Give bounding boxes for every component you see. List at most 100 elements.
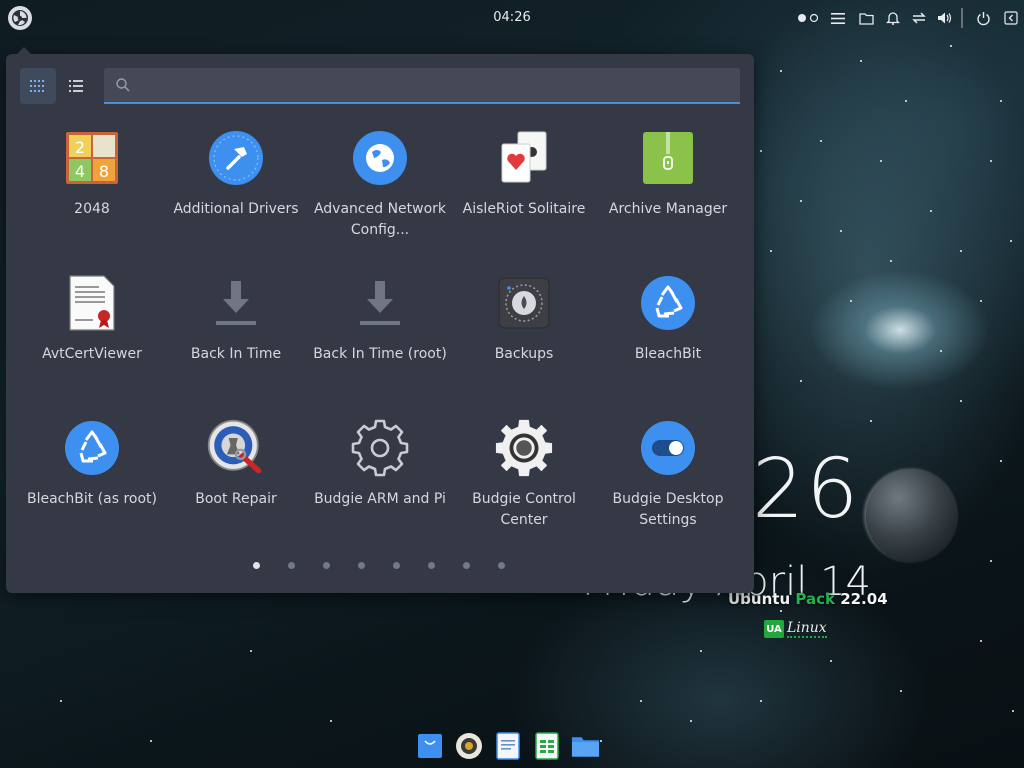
app-label: BleachBit (as root) bbox=[26, 491, 157, 507]
brand-pack: Pack bbox=[795, 590, 835, 608]
star bbox=[330, 720, 332, 722]
app-label: Back In Time bbox=[190, 346, 282, 362]
app-tile[interactable]: Additional Drivers bbox=[164, 124, 308, 264]
star bbox=[980, 300, 982, 302]
workspace-dots-icon bbox=[798, 13, 819, 23]
notifications-button[interactable] bbox=[885, 8, 901, 28]
panel-clock[interactable]: 04:26 bbox=[493, 10, 530, 25]
app-tile[interactable]: Budgie ARM and Pi bbox=[308, 414, 452, 554]
star bbox=[800, 380, 802, 382]
app-tile[interactable]: Archive Manager bbox=[596, 124, 740, 264]
star bbox=[1012, 710, 1014, 712]
places-button[interactable] bbox=[858, 8, 874, 28]
svg-text:4: 4 bbox=[75, 162, 85, 181]
app-tile[interactable]: Back In Time bbox=[164, 269, 308, 409]
app-label: Backups bbox=[494, 346, 554, 362]
gear-icon bbox=[494, 418, 554, 478]
app-tile[interactable]: Back In Time (root) bbox=[308, 269, 452, 409]
search-input[interactable] bbox=[138, 70, 740, 100]
app-label: Back In Time (root) bbox=[313, 346, 447, 362]
power-button[interactable] bbox=[974, 8, 992, 28]
app-label: Advanced Network Config... bbox=[313, 201, 447, 238]
star bbox=[690, 720, 692, 722]
star bbox=[940, 350, 942, 352]
star bbox=[905, 100, 907, 102]
network-arrows-icon bbox=[912, 12, 926, 24]
volume-button[interactable] bbox=[936, 8, 954, 28]
network-button[interactable] bbox=[910, 8, 928, 28]
dock-text-editor[interactable] bbox=[493, 732, 522, 761]
download-arrow-icon bbox=[350, 273, 410, 333]
page-dot[interactable] bbox=[462, 560, 472, 570]
star bbox=[1010, 240, 1012, 242]
show-desktop-button[interactable] bbox=[1002, 8, 1020, 28]
brand-version: 22.04 bbox=[840, 590, 888, 608]
page-dot[interactable] bbox=[252, 560, 262, 570]
raven-menu-button[interactable] bbox=[830, 8, 846, 28]
toggle-icon bbox=[638, 418, 698, 478]
speaker-icon bbox=[938, 12, 952, 24]
app-tile[interactable]: 2 4 8 2048 bbox=[20, 124, 164, 264]
star bbox=[890, 260, 892, 262]
grid-icon bbox=[30, 80, 44, 92]
dock-spreadsheet[interactable] bbox=[532, 732, 561, 761]
app-tile[interactable]: Budgie Desktop Settings bbox=[596, 414, 740, 554]
recycle-icon bbox=[62, 418, 122, 478]
page-dot[interactable] bbox=[357, 560, 367, 570]
ualinux-logo: UA Linux bbox=[764, 618, 827, 640]
star bbox=[60, 700, 62, 702]
globe-icon bbox=[350, 128, 410, 188]
star bbox=[990, 560, 992, 562]
playing-cards-icon bbox=[494, 128, 554, 188]
page-dot[interactable] bbox=[287, 560, 297, 570]
panel-separator bbox=[961, 8, 963, 28]
list-view-button[interactable] bbox=[58, 68, 94, 104]
star bbox=[820, 140, 822, 142]
app-tile[interactable]: BleachBit (as root) bbox=[20, 414, 164, 554]
app-label: Budgie Desktop Settings bbox=[612, 491, 724, 528]
download-arrow-icon bbox=[206, 273, 266, 333]
svg-text:8: 8 bbox=[99, 162, 109, 181]
app-tile[interactable]: AvtCertViewer bbox=[20, 269, 164, 409]
app-label: BleachBit bbox=[634, 346, 702, 362]
dock-software-store[interactable] bbox=[415, 732, 444, 761]
app-tile[interactable]: Backups bbox=[452, 269, 596, 409]
dock-music-player[interactable] bbox=[454, 732, 483, 761]
star bbox=[990, 160, 992, 162]
list-icon bbox=[69, 80, 83, 92]
workspace-switcher[interactable] bbox=[795, 8, 823, 28]
recycle-icon bbox=[638, 273, 698, 333]
star bbox=[760, 150, 762, 152]
budgie-logo-icon bbox=[12, 10, 28, 26]
star bbox=[880, 160, 882, 162]
star bbox=[870, 420, 872, 422]
archive-icon bbox=[638, 128, 698, 188]
grid-view-button[interactable] bbox=[20, 68, 56, 104]
app-tile[interactable]: Boot Repair bbox=[164, 414, 308, 554]
page-dot[interactable] bbox=[392, 560, 402, 570]
app-menu: 2 4 8 2048 Additional Drivers Advanced Networ… bbox=[6, 47, 754, 593]
star bbox=[700, 650, 702, 652]
page-dot[interactable] bbox=[497, 560, 507, 570]
page-dot[interactable] bbox=[427, 560, 437, 570]
star bbox=[250, 650, 252, 652]
ua-text: Linux bbox=[787, 620, 827, 638]
top-panel: 04:26 bbox=[0, 0, 1024, 36]
app-tile[interactable]: BleachBit bbox=[596, 269, 740, 409]
hamburger-icon bbox=[831, 12, 845, 24]
star bbox=[860, 60, 862, 62]
dock-file-manager[interactable] bbox=[571, 732, 600, 761]
page-dot[interactable] bbox=[322, 560, 332, 570]
search-box[interactable] bbox=[104, 68, 740, 104]
app-tile[interactable]: AisleRiot Solitaire bbox=[452, 124, 596, 264]
app-tile[interactable]: Advanced Network Config... bbox=[308, 124, 452, 264]
folder-icon bbox=[858, 12, 874, 25]
app-label: Budgie Control Center bbox=[472, 491, 576, 528]
star bbox=[830, 660, 832, 662]
app-label: AisleRiot Solitaire bbox=[462, 201, 586, 217]
app-tile[interactable]: Budgie Control Center bbox=[452, 414, 596, 554]
folder-icon bbox=[571, 737, 600, 757]
budgie-menu-button[interactable] bbox=[8, 6, 32, 30]
star bbox=[760, 700, 762, 702]
power-icon bbox=[976, 11, 990, 25]
